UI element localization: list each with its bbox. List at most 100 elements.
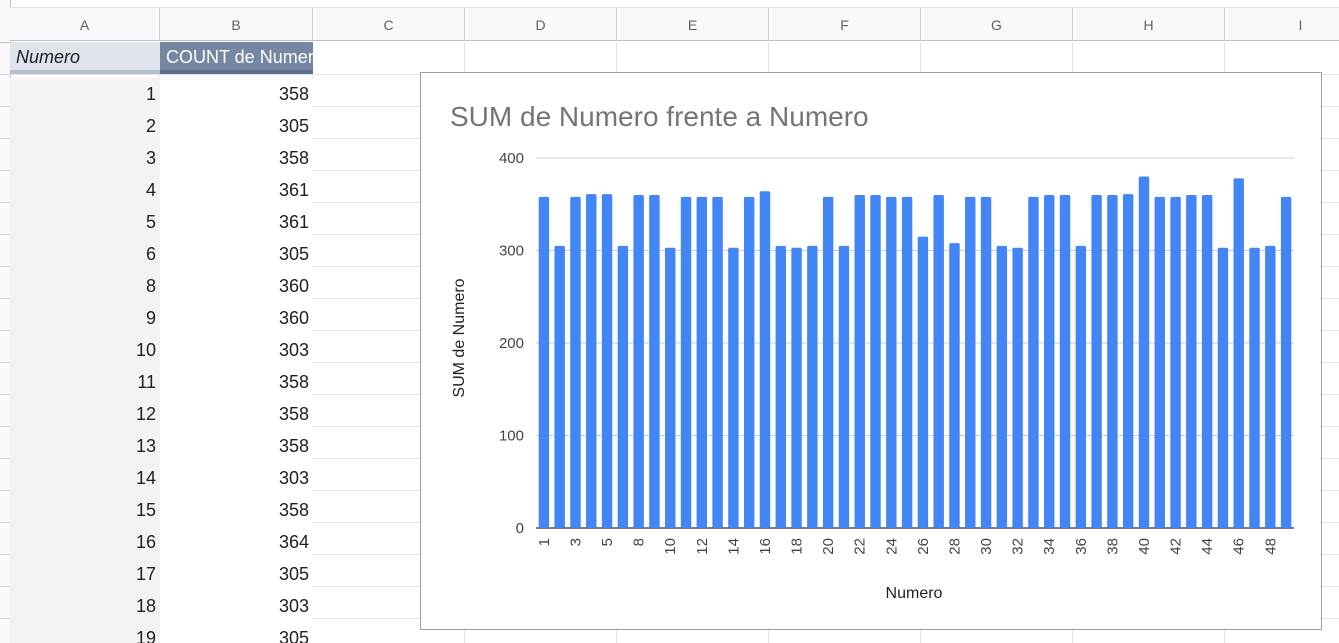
cell-count[interactable]: 303 (160, 462, 313, 494)
cell-count[interactable]: 358 (160, 142, 313, 174)
cell-numero[interactable]: 13 (10, 430, 160, 462)
bar-47 (1249, 247, 1260, 528)
cell-numero[interactable]: 1 (10, 78, 160, 110)
cell-numero[interactable]: 10 (10, 334, 160, 366)
x-tick-label: 48 (1262, 538, 1279, 555)
cell-count[interactable]: 358 (160, 366, 313, 398)
bar-28 (949, 243, 960, 528)
cell-count[interactable]: 305 (160, 558, 313, 590)
bar-6 (617, 245, 629, 528)
bar-27 (933, 195, 944, 528)
cell-numero[interactable]: 19 (10, 622, 160, 643)
pivot-header-count[interactable]: COUNT de Numero (160, 42, 313, 74)
cell-count[interactable]: 303 (160, 590, 313, 622)
bar-12 (696, 196, 708, 528)
cell-numero[interactable]: 12 (10, 398, 160, 430)
x-tick-label: 12 (694, 538, 711, 555)
bar-9 (649, 195, 660, 528)
y-tick-label: 100 (499, 428, 524, 445)
cell-count[interactable]: 305 (160, 238, 313, 270)
bar-16 (759, 191, 771, 529)
row-header-divider (0, 554, 10, 555)
cell-numero[interactable]: 3 (10, 142, 160, 174)
x-tick-label: 42 (1168, 538, 1185, 555)
cell-numero[interactable]: 14 (10, 462, 160, 494)
select-all-corner[interactable] (0, 0, 10, 43)
column-header-e[interactable]: E (617, 7, 769, 41)
column-header-g[interactable]: G (921, 7, 1073, 41)
bar-30 (980, 196, 992, 528)
cell-count[interactable]: 360 (160, 270, 313, 302)
x-tick-label: 32 (1010, 538, 1027, 555)
cell-count[interactable]: 305 (160, 110, 313, 142)
bar-35 (1059, 195, 1071, 528)
cell-count[interactable]: 303 (160, 334, 313, 366)
row-header-divider (0, 618, 10, 619)
bar-43 (1186, 195, 1197, 528)
bar-26 (917, 236, 929, 528)
spreadsheet: ABCDEFGHI Numero COUNT de Numero 1 358 2 30… (0, 0, 1339, 643)
cell-count[interactable]: 360 (160, 302, 313, 334)
bar-19 (807, 245, 818, 528)
column-header-f[interactable]: F (769, 7, 921, 41)
bar-2 (554, 245, 565, 528)
cell-numero[interactable]: 5 (10, 206, 160, 238)
cell-count[interactable]: 358 (160, 430, 313, 462)
bar-8 (633, 195, 644, 528)
column-header-b[interactable]: B (160, 7, 313, 41)
cell-numero[interactable]: 15 (10, 494, 160, 526)
row-header-divider (0, 330, 10, 331)
bar-20 (822, 196, 834, 528)
column-header-a[interactable]: A (10, 7, 160, 41)
x-tick-label: 16 (757, 538, 774, 555)
bar-11 (680, 196, 692, 528)
row-header-divider (0, 298, 10, 299)
row-header-divider (0, 490, 10, 491)
row-header-divider (0, 234, 10, 235)
cell-numero[interactable]: 16 (10, 526, 160, 558)
x-tick-label: 44 (1199, 538, 1216, 555)
cell-count[interactable]: 358 (160, 398, 313, 430)
cell-count[interactable]: 361 (160, 174, 313, 206)
cell-count[interactable]: 361 (160, 206, 313, 238)
cell-count[interactable]: 364 (160, 526, 313, 558)
x-tick-label: 1 (536, 538, 553, 546)
bar-15 (743, 196, 755, 528)
bar-36 (1075, 245, 1087, 528)
bar-39 (1122, 194, 1134, 528)
cell-numero[interactable]: 6 (10, 238, 160, 270)
bar-34 (1044, 195, 1055, 528)
x-tick-label: 36 (1073, 538, 1090, 555)
cell-numero[interactable]: 4 (10, 174, 160, 206)
column-header-h[interactable]: H (1073, 7, 1225, 41)
cell-numero[interactable]: 11 (10, 366, 160, 398)
cell-numero[interactable]: 9 (10, 302, 160, 334)
cell-count[interactable]: 358 (160, 494, 313, 526)
bar-49 (1280, 196, 1292, 528)
bar-41 (1154, 196, 1165, 528)
bar-13 (712, 196, 723, 528)
cell-count[interactable]: 305 (160, 622, 313, 643)
bar-14 (728, 247, 739, 528)
bar-22 (854, 195, 865, 528)
row-header-divider (0, 138, 10, 139)
x-tick-label: 38 (1104, 538, 1121, 555)
cell-numero[interactable]: 2 (10, 110, 160, 142)
column-header-c[interactable]: C (313, 7, 465, 41)
x-tick-label: 30 (978, 538, 995, 555)
x-tick-label: 20 (820, 538, 837, 555)
row-header-divider (0, 74, 10, 75)
cell-count[interactable]: 358 (160, 78, 313, 110)
row-header-divider (0, 426, 10, 427)
y-axis-title: SUM de Numero (451, 278, 468, 397)
column-header-d[interactable]: D (465, 7, 617, 41)
column-header-i[interactable]: I (1225, 7, 1339, 41)
pivot-header-numero[interactable]: Numero (10, 42, 160, 74)
cell-numero[interactable]: 17 (10, 558, 160, 590)
cell-numero[interactable]: 8 (10, 270, 160, 302)
chart-title: SUM de Numero frente a Numero (450, 101, 869, 132)
bar-48 (1265, 245, 1276, 528)
cell-numero[interactable]: 18 (10, 590, 160, 622)
row-header-divider (0, 458, 10, 459)
chart[interactable]: SUM de Numero frente a Numero 0 100 200 300 4… (420, 72, 1322, 630)
